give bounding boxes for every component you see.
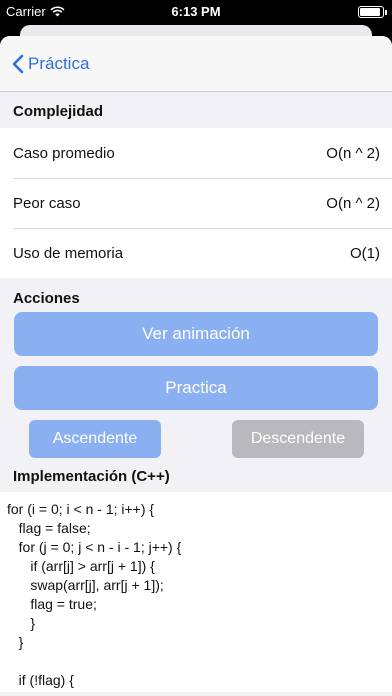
row-value: O(n ^ 2) [326, 144, 380, 162]
status-bar: Carrier 6:13 PM [0, 0, 392, 24]
ascendente-button[interactable]: Ascendente [29, 420, 161, 458]
practica-button[interactable]: Practica [14, 366, 378, 410]
row-label: Uso de memoria [13, 244, 124, 262]
row-label: Peor caso [13, 194, 81, 212]
complexity-row-memory: Uso de memoria O(1) [0, 228, 392, 278]
modal-sheet: Práctica Complejidad Caso promedio O(n ^… [0, 36, 392, 696]
battery-icon [358, 6, 387, 18]
row-value: O(n ^ 2) [326, 194, 380, 212]
code-block: for (i = 0; i < n - 1; i++) { flag = fal… [0, 492, 392, 692]
row-label: Caso promedio [13, 144, 115, 162]
navigation-bar: Práctica [0, 36, 392, 92]
chevron-left-icon [12, 54, 24, 73]
complexity-row-average: Caso promedio O(n ^ 2) [0, 128, 392, 178]
row-value: O(1) [350, 244, 380, 262]
acciones-header: Acciones [13, 290, 80, 307]
complexity-row-worst: Peor caso O(n ^ 2) [0, 178, 392, 228]
complejidad-table: Caso promedio O(n ^ 2) Peor caso O(n ^ 2… [0, 128, 392, 278]
status-time: 6:13 PM [171, 4, 221, 19]
ver-animacion-button[interactable]: Ver animación [14, 312, 378, 356]
implementacion-header: Implementación (C++) [13, 468, 170, 485]
descendente-button[interactable]: Descendente [232, 420, 364, 458]
complejidad-header: Complejidad [13, 103, 104, 120]
back-button-label: Práctica [28, 53, 90, 73]
back-button[interactable]: Práctica [12, 54, 89, 74]
order-buttons: Ascendente Descendente [0, 420, 392, 458]
